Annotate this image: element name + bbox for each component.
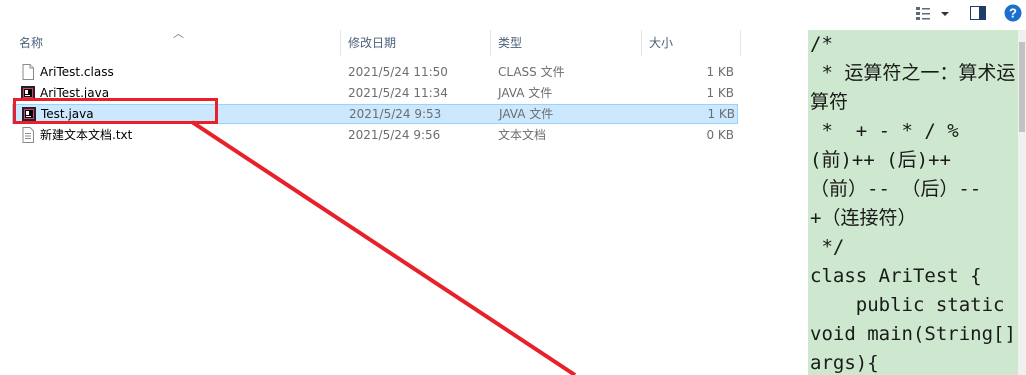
annotation-arrow (190, 120, 577, 375)
